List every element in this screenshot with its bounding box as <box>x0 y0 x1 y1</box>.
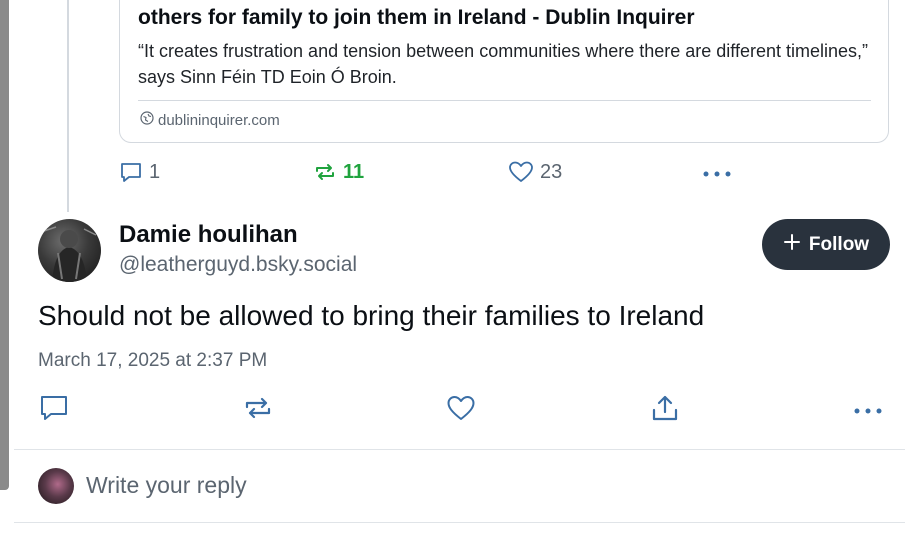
scrollbar[interactable] <box>0 0 9 490</box>
more-button[interactable] <box>853 400 883 420</box>
repost-icon <box>313 160 337 184</box>
more-horizontal-icon <box>703 164 731 182</box>
globe-icon <box>140 111 154 129</box>
repost-icon <box>243 394 273 427</box>
divider <box>14 522 905 523</box>
author-name[interactable]: Damie houlihan <box>119 221 298 249</box>
comment-icon <box>119 160 143 184</box>
repost-count: 11 <box>343 160 365 183</box>
link-card-divider <box>138 100 871 101</box>
author-avatar[interactable] <box>38 219 101 282</box>
repost-count-button[interactable]: 11 <box>313 160 364 184</box>
repost-button[interactable] <box>242 395 274 425</box>
link-card-domain: dublininquirer.com <box>140 111 280 129</box>
post-timestamp[interactable]: March 17, 2025 at 2:37 PM <box>38 350 267 372</box>
reply-input[interactable]: Write your reply <box>86 472 247 499</box>
author-handle[interactable]: @leatherguyd.bsky.social <box>119 253 357 277</box>
link-card[interactable]: others for family to join them in Irelan… <box>119 0 889 143</box>
follow-button-label: Follow <box>808 233 870 255</box>
like-count-button[interactable]: 23 <box>508 160 562 184</box>
more-horizontal-icon <box>854 401 882 419</box>
reply-count-button[interactable]: 1 <box>119 160 160 184</box>
reply-button[interactable] <box>38 395 70 425</box>
share-button[interactable] <box>649 394 681 426</box>
link-card-description: “It creates frustration and tension betw… <box>138 41 869 87</box>
like-count: 23 <box>540 160 563 183</box>
reply-count: 1 <box>149 160 161 183</box>
like-button[interactable] <box>445 395 477 425</box>
current-user-avatar <box>38 468 74 504</box>
share-icon <box>650 393 680 428</box>
thread-line <box>67 0 69 212</box>
parent-more-button[interactable] <box>702 160 732 186</box>
follow-button[interactable]: Follow <box>762 219 890 270</box>
heart-icon <box>508 160 534 184</box>
divider <box>14 449 905 450</box>
post-text: Should not be allowed to bring their fam… <box>38 300 705 331</box>
plus-icon <box>783 233 801 257</box>
link-card-domain-text: dublininquirer.com <box>158 111 280 129</box>
link-card-title: others for family to join them in Irelan… <box>138 6 695 29</box>
heart-icon <box>446 394 476 427</box>
comment-icon <box>39 394 69 427</box>
